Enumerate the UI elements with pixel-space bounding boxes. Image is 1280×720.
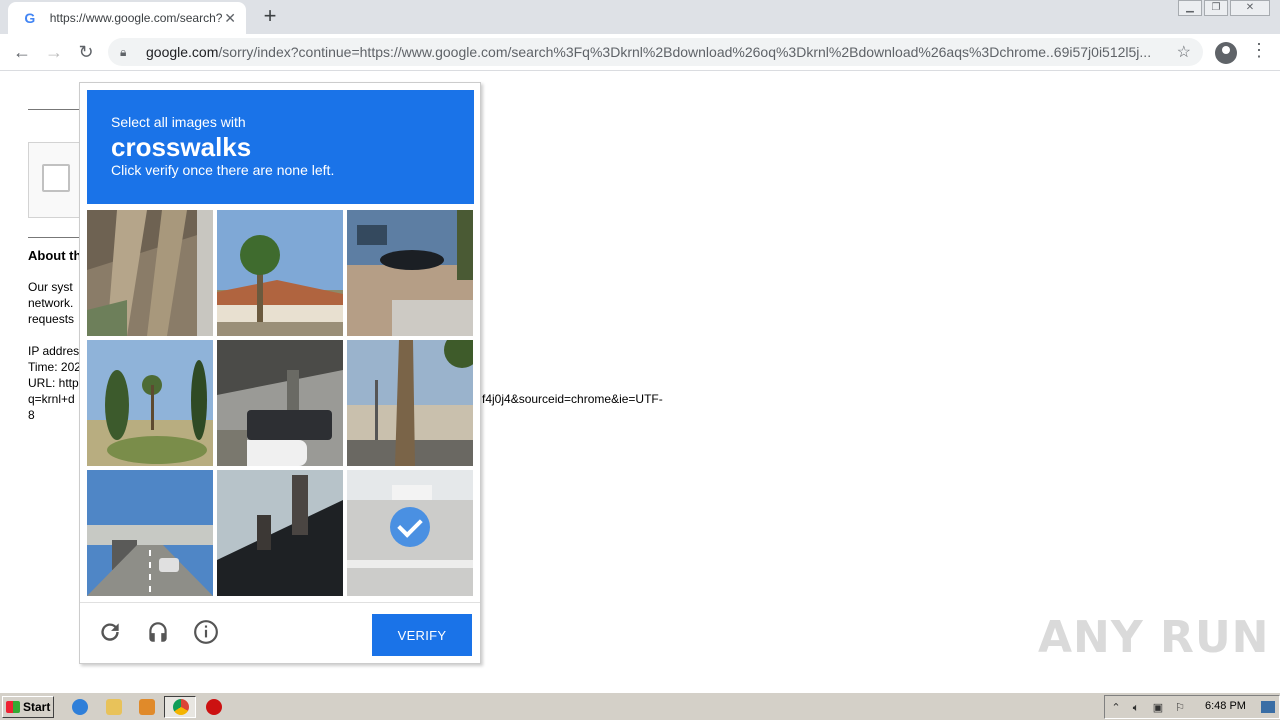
chrome-taskbar-button[interactable]: [164, 696, 196, 718]
tray-expand-icon[interactable]: ⌃: [1109, 701, 1123, 715]
audio-challenge-icon[interactable]: [144, 618, 172, 646]
start-label: Start: [23, 700, 51, 714]
minimize-icon[interactable]: ▁: [1178, 0, 1202, 16]
url-path: /sorry/index?continue=https://www.google…: [218, 44, 1152, 60]
time-line: Time: 202: [28, 360, 81, 374]
about-heading: About th: [28, 248, 82, 263]
start-button[interactable]: Start: [2, 696, 54, 718]
tab-close-icon[interactable]: ✕: [222, 10, 238, 27]
challenge-header: Select all images with crosswalks Click …: [87, 90, 474, 204]
recaptcha-challenge: Select all images with crosswalks Click …: [79, 82, 481, 664]
paragraph-line: network.: [28, 296, 74, 310]
image-tile-selected[interactable]: [347, 470, 473, 596]
clock: 6:48 PM: [1205, 700, 1246, 712]
paragraph-line: Our syst: [28, 280, 73, 294]
image-tile[interactable]: [217, 340, 343, 466]
url-line: 8: [28, 408, 35, 422]
browser-toolbar: ← → ↻ 🔒︎ google.com/sorry/index?continue…: [0, 34, 1280, 71]
url-line: q=krnl+d: [28, 392, 75, 406]
reload-icon[interactable]: ↻: [74, 40, 98, 64]
image-grid: [87, 210, 474, 597]
system-tray: ⌃ 🔈︎ ▣ ⚐ 6:48 PM: [1104, 695, 1280, 719]
url-text[interactable]: google.com/sorry/index?continue=https://…: [146, 44, 1166, 60]
url-host: google.com: [146, 44, 219, 60]
forward-icon[interactable]: →: [42, 40, 66, 64]
url-tail: f4j0j4&sourceid=chrome&ie=UTF-: [482, 392, 663, 406]
restore-icon[interactable]: ❐: [1204, 0, 1228, 16]
show-desktop-icon[interactable]: [1261, 701, 1275, 713]
new-tab-button[interactable]: +: [258, 5, 282, 29]
divider: [28, 109, 80, 110]
ip-line: IP addres: [28, 344, 80, 358]
internet-explorer-icon[interactable]: [72, 699, 88, 715]
media-player-icon[interactable]: [139, 699, 155, 715]
url-line: URL: http: [28, 376, 79, 390]
reload-challenge-icon[interactable]: [96, 618, 124, 646]
windows-taskbar: Start ⌃ 🔈︎ ▣ ⚐ 6:48 PM: [0, 692, 1280, 720]
network-icon[interactable]: ▣: [1151, 701, 1165, 715]
tab-strip: G https://www.google.com/search?q= ✕ + ▁…: [0, 0, 1280, 34]
flag-icon[interactable]: ⚐: [1173, 701, 1187, 715]
back-icon[interactable]: ←: [10, 40, 34, 64]
image-tile[interactable]: [347, 340, 473, 466]
bookmark-star-icon[interactable]: ☆: [1177, 42, 1191, 62]
image-tile[interactable]: [347, 210, 473, 336]
challenge-footer: VERIFY: [80, 602, 480, 664]
opera-icon[interactable]: [206, 699, 222, 715]
info-icon[interactable]: [192, 618, 220, 646]
image-tile[interactable]: [87, 340, 213, 466]
image-tile[interactable]: [87, 470, 213, 596]
window-controls: ▁ ❐ ✕: [1178, 0, 1270, 16]
image-tile[interactable]: [87, 210, 213, 336]
address-bar[interactable]: 🔒︎ google.com/sorry/index?continue=https…: [108, 38, 1203, 66]
instruction-pre: Select all images with: [111, 114, 246, 130]
anyrun-watermark: ANY RUN: [1038, 612, 1270, 663]
lock-icon[interactable]: 🔒︎: [120, 45, 134, 60]
google-favicon-icon: G: [24, 10, 36, 26]
verify-button[interactable]: VERIFY: [372, 614, 472, 656]
image-tile[interactable]: [217, 470, 343, 596]
tab-title: https://www.google.com/search?q=: [49, 11, 223, 25]
divider: [28, 237, 80, 238]
instruction-post: Click verify once there are none left.: [111, 162, 335, 178]
windows-logo-icon: [6, 701, 20, 713]
window-close-icon[interactable]: ✕: [1230, 0, 1270, 16]
recaptcha-checkbox[interactable]: [42, 164, 70, 192]
volume-icon[interactable]: 🔈︎: [1129, 701, 1143, 715]
folder-icon[interactable]: [106, 699, 122, 715]
paragraph-line: requests: [28, 312, 75, 326]
image-tile[interactable]: [217, 210, 343, 336]
browser-menu-icon[interactable]: ⋮: [1250, 40, 1268, 61]
selected-check-icon: [390, 507, 430, 547]
profile-avatar-icon[interactable]: [1215, 42, 1237, 64]
chrome-icon: [173, 699, 189, 715]
challenge-target: crosswalks: [111, 132, 252, 162]
browser-tab[interactable]: G https://www.google.com/search?q= ✕: [8, 2, 246, 34]
